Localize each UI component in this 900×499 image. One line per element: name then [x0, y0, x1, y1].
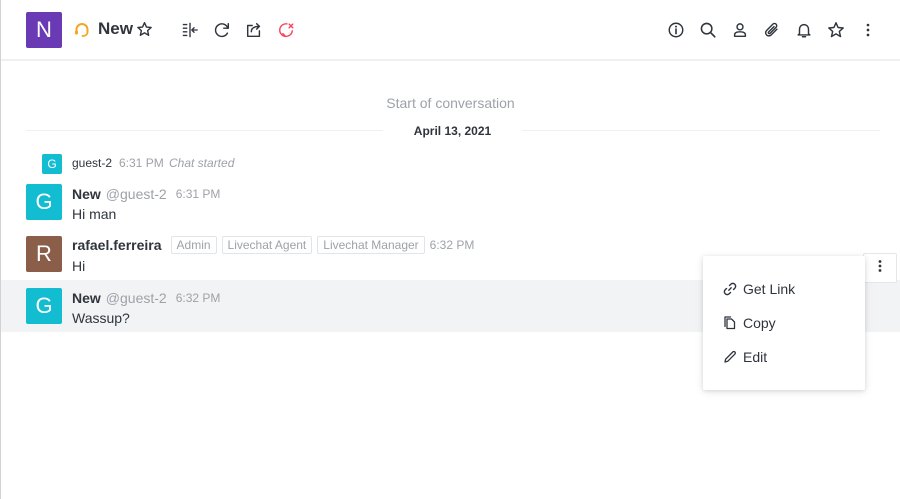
menu-item-copy[interactable]: Copy [703, 308, 865, 338]
message-author-name[interactable]: New [72, 186, 101, 202]
system-message-time: 6:31 PM [119, 156, 164, 170]
date-separator: April 13, 2021 [413, 124, 492, 138]
message-time: 6:32 PM [175, 291, 221, 305]
members-icon[interactable] [730, 20, 750, 40]
menu-item-label: Get Link [743, 281, 796, 297]
avatar[interactable]: G [26, 288, 62, 324]
room-avatar[interactable]: N [26, 12, 62, 48]
message-time: 6:31 PM [175, 187, 221, 201]
edit-icon [722, 349, 738, 365]
link-icon [722, 281, 738, 297]
message-header: New @guest-2 6:32 PM [72, 290, 220, 306]
transcript-icon[interactable] [244, 20, 264, 40]
message-header: New @guest-2 6:31 PM [72, 186, 220, 202]
message-actions-button[interactable] [863, 253, 897, 283]
room-title: New [98, 19, 133, 38]
kebab-menu-icon [872, 258, 888, 279]
return-to-queue-icon[interactable] [212, 20, 232, 40]
role-tag: Livechat Agent [221, 236, 313, 254]
star-icon[interactable] [826, 20, 846, 40]
message-context-menu: Get Link Copy Edit [703, 256, 865, 390]
message-author-username[interactable]: @guest-2 [106, 186, 167, 202]
avatar[interactable]: R [26, 236, 62, 272]
menu-item-edit[interactable]: Edit [703, 342, 865, 372]
message-text: Hi [72, 258, 86, 274]
search-icon[interactable] [698, 20, 718, 40]
message-text: Hi man [72, 206, 117, 222]
favorite-star-icon[interactable] [136, 21, 153, 38]
system-message-user[interactable]: guest-2 [72, 156, 112, 170]
message-header: rafael.ferreira Admin Livechat Agent Liv… [72, 236, 474, 254]
start-of-conversation: Start of conversation [386, 95, 515, 111]
message-text: Wassup? [72, 310, 130, 326]
message-author-name[interactable]: New [72, 290, 101, 306]
attachment-icon[interactable] [762, 20, 782, 40]
message[interactable]: G New @guest-2 6:31 PM Hi man [1, 176, 900, 228]
menu-item-label: Edit [743, 349, 768, 365]
role-tag: Livechat Manager [317, 236, 425, 254]
kebab-menu-icon[interactable] [858, 20, 878, 40]
avatar[interactable]: G [42, 154, 62, 174]
menu-item-get-link[interactable]: Get Link [703, 274, 865, 304]
info-icon[interactable] [666, 20, 686, 40]
livechat-icon [73, 21, 91, 39]
message-author-name[interactable]: rafael.ferreira [72, 237, 162, 253]
message-time: 6:32 PM [429, 238, 475, 252]
menu-item-label: Copy [743, 315, 776, 331]
message-author-username[interactable]: @guest-2 [106, 290, 167, 306]
close-chat-icon[interactable] [276, 20, 296, 40]
role-tag: Admin [170, 236, 217, 254]
system-message-text: Chat started [169, 156, 235, 170]
notifications-icon[interactable] [794, 20, 814, 40]
room-header: N New [1, 0, 900, 61]
copy-icon [722, 315, 738, 331]
forward-chat-icon[interactable] [180, 20, 200, 40]
avatar[interactable]: G [26, 184, 62, 220]
